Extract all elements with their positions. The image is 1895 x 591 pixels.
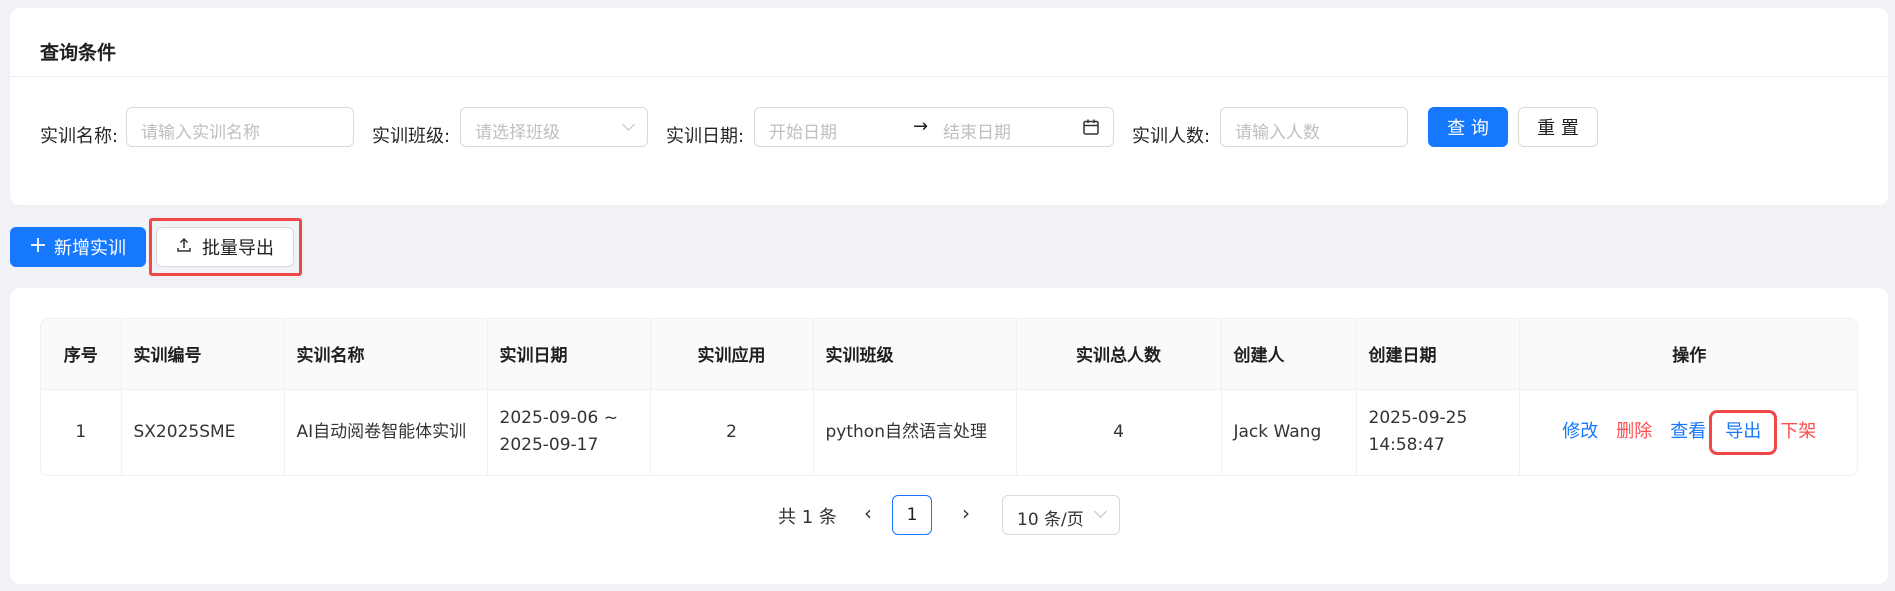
cell-class: python自然语言处理: [813, 389, 1017, 475]
next-page-icon[interactable]: ›: [962, 501, 970, 525]
table-panel: 序号 实训编号 实训名称 实训日期 实训应用 实训班级 实训总人数 创建人 创建…: [10, 288, 1888, 584]
col-apps: 实训应用: [650, 319, 814, 390]
count-input[interactable]: 请输入人数: [1220, 107, 1408, 147]
cell-total: 4: [1016, 389, 1222, 475]
cell-created-date: 2025-09-25 14:58:47: [1356, 389, 1520, 475]
page-size-select[interactable]: 10 条/页: [1002, 495, 1120, 535]
name-input[interactable]: 请输入实训名称: [126, 107, 354, 147]
col-class: 实训班级: [813, 319, 1017, 390]
page-1-button[interactable]: 1: [892, 495, 932, 535]
chevron-down-icon: [1094, 505, 1107, 518]
pagination-total: 共 1 条: [778, 507, 837, 528]
class-select[interactable]: 请选择班级: [460, 107, 648, 147]
view-link[interactable]: 查看: [1661, 418, 1715, 447]
count-placeholder: 请输入人数: [1235, 123, 1320, 143]
col-index: 序号: [41, 319, 122, 390]
edit-link[interactable]: 修改: [1553, 418, 1607, 447]
count-label: 实训人数:: [1132, 126, 1211, 147]
col-code: 实训编号: [121, 319, 285, 390]
table-header: 序号 实训编号 实训名称 实训日期 实训应用 实训班级 实训总人数 创建人 创建…: [41, 319, 1857, 390]
divider: [10, 76, 1888, 77]
name-placeholder: 请输入实训名称: [141, 123, 260, 143]
date-range-picker[interactable]: 开始日期 → 结束日期: [754, 107, 1114, 147]
chevron-down-icon: [622, 118, 635, 131]
col-created-date: 创建日期: [1356, 319, 1520, 390]
query-panel: 查询条件 实训名称: 请输入实训名称 实训班级: 请选择班级 实训日期: 开始日…: [10, 8, 1888, 205]
reset-button[interactable]: 重 置: [1518, 107, 1598, 147]
class-label: 实训班级:: [372, 126, 451, 147]
training-table: 序号 实训编号 实训名称 实训日期 实训应用 实训班级 实训总人数 创建人 创建…: [40, 318, 1858, 476]
cell-index: 1: [41, 389, 122, 475]
cell-name: AI自动阅卷智能体实训: [284, 389, 488, 475]
delete-link[interactable]: 删除: [1607, 418, 1661, 447]
unlist-link[interactable]: 下架: [1771, 418, 1825, 447]
batch-export-button[interactable]: 批量导出: [156, 227, 294, 267]
cell-actions: 修改 删除 查看 导出 下架: [1519, 389, 1857, 475]
arrow-right-icon: →: [913, 116, 929, 137]
search-button[interactable]: 查 询: [1428, 107, 1508, 147]
cell-created-date-day: 2025-09-25: [1368, 408, 1468, 429]
cell-code: SX2025SME: [121, 389, 285, 475]
upload-icon: [176, 237, 192, 258]
col-creator: 创建人: [1221, 319, 1357, 390]
cell-date-start: 2025-09-06 ~: [499, 408, 618, 429]
col-total: 实训总人数: [1016, 319, 1222, 390]
class-placeholder: 请选择班级: [475, 123, 560, 143]
export-link[interactable]: 导出: [1709, 409, 1778, 455]
query-title: 查询条件: [40, 42, 117, 64]
name-label: 实训名称:: [40, 126, 119, 147]
calendar-icon: [1082, 118, 1100, 141]
prev-page-icon[interactable]: ‹: [864, 501, 872, 525]
page-size-label: 10 条/页: [1017, 510, 1084, 530]
col-date: 实训日期: [487, 319, 651, 390]
cell-created-date-time: 14:58:47: [1368, 435, 1445, 456]
date-label: 实训日期:: [666, 126, 745, 147]
add-training-label: 新增实训: [54, 238, 126, 259]
batch-export-label: 批量导出: [202, 238, 274, 259]
col-name: 实训名称: [284, 319, 488, 390]
table-row: 1 SX2025SME AI自动阅卷智能体实训 2025-09-06 ~ 202…: [41, 389, 1857, 475]
col-actions: 操作: [1519, 319, 1857, 390]
pagination: 共 1 条 ‹ 1 › 10 条/页: [10, 493, 1888, 535]
cell-creator: Jack Wang: [1221, 389, 1357, 475]
cell-date-end: 2025-09-17: [499, 435, 599, 456]
cell-date: 2025-09-06 ~ 2025-09-17: [487, 389, 651, 475]
date-end-placeholder[interactable]: 结束日期: [943, 118, 1011, 143]
plus-icon: [30, 237, 46, 258]
add-training-button[interactable]: 新增实训: [10, 227, 146, 267]
cell-apps: 2: [650, 389, 814, 475]
date-start-placeholder[interactable]: 开始日期: [769, 118, 837, 143]
